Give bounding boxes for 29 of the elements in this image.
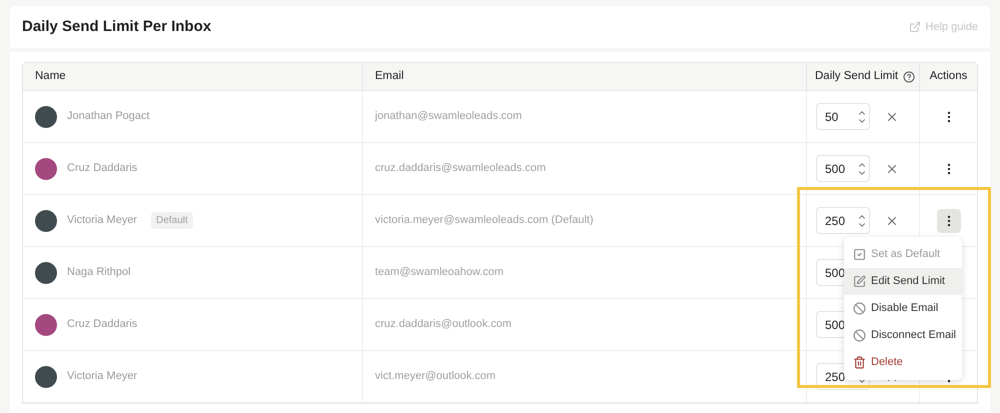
column-header: Name	[34, 68, 67, 84]
inbox-email: vict.meyer@outlook.com	[375, 369, 496, 384]
checkbox-icon	[853, 248, 866, 261]
external-link-icon	[909, 21, 922, 33]
limit-stepper[interactable]: 250	[816, 207, 870, 234]
default-badge: Default	[151, 212, 193, 229]
column-header: Daily Send Limit	[806, 63, 919, 90]
edit-icon	[853, 275, 866, 288]
blocked-icon	[853, 302, 866, 315]
inbox-name: Cruz Daddaris	[67, 161, 138, 176]
inbox-email: team@swamleoahow.com	[375, 265, 504, 280]
menu-item[interactable]: Edit Send Limit	[844, 268, 962, 295]
limit-stepper[interactable]: 500	[816, 155, 870, 182]
inbox-email: cruz.daddaris@swamleoleads.com	[375, 161, 546, 176]
inbox-email: jonathan@swamleoleads.com	[375, 109, 522, 124]
column-header: Actions	[919, 63, 977, 90]
inbox-name: Victoria Meyer	[67, 213, 138, 228]
limit-stepper[interactable]: 50	[816, 103, 870, 130]
inbox-name: Cruz Daddaris	[67, 317, 138, 332]
inbox-email: cruz.daddaris@outlook.com	[375, 317, 512, 332]
actions-button[interactable]	[936, 208, 960, 232]
page-title: Daily Send Limit Per Inbox	[22, 16, 212, 37]
inbox-email: victoria.meyer@swamleoleads.com (Default)	[375, 213, 594, 228]
inbox-name: Victoria Meyer	[67, 369, 138, 384]
trash-icon	[853, 356, 866, 369]
inbox-name: Jonathan Pogact	[67, 109, 150, 124]
blocked-icon	[853, 329, 866, 342]
inbox-name: Naga Rithpol	[67, 265, 131, 280]
column-header: Email	[362, 63, 806, 90]
